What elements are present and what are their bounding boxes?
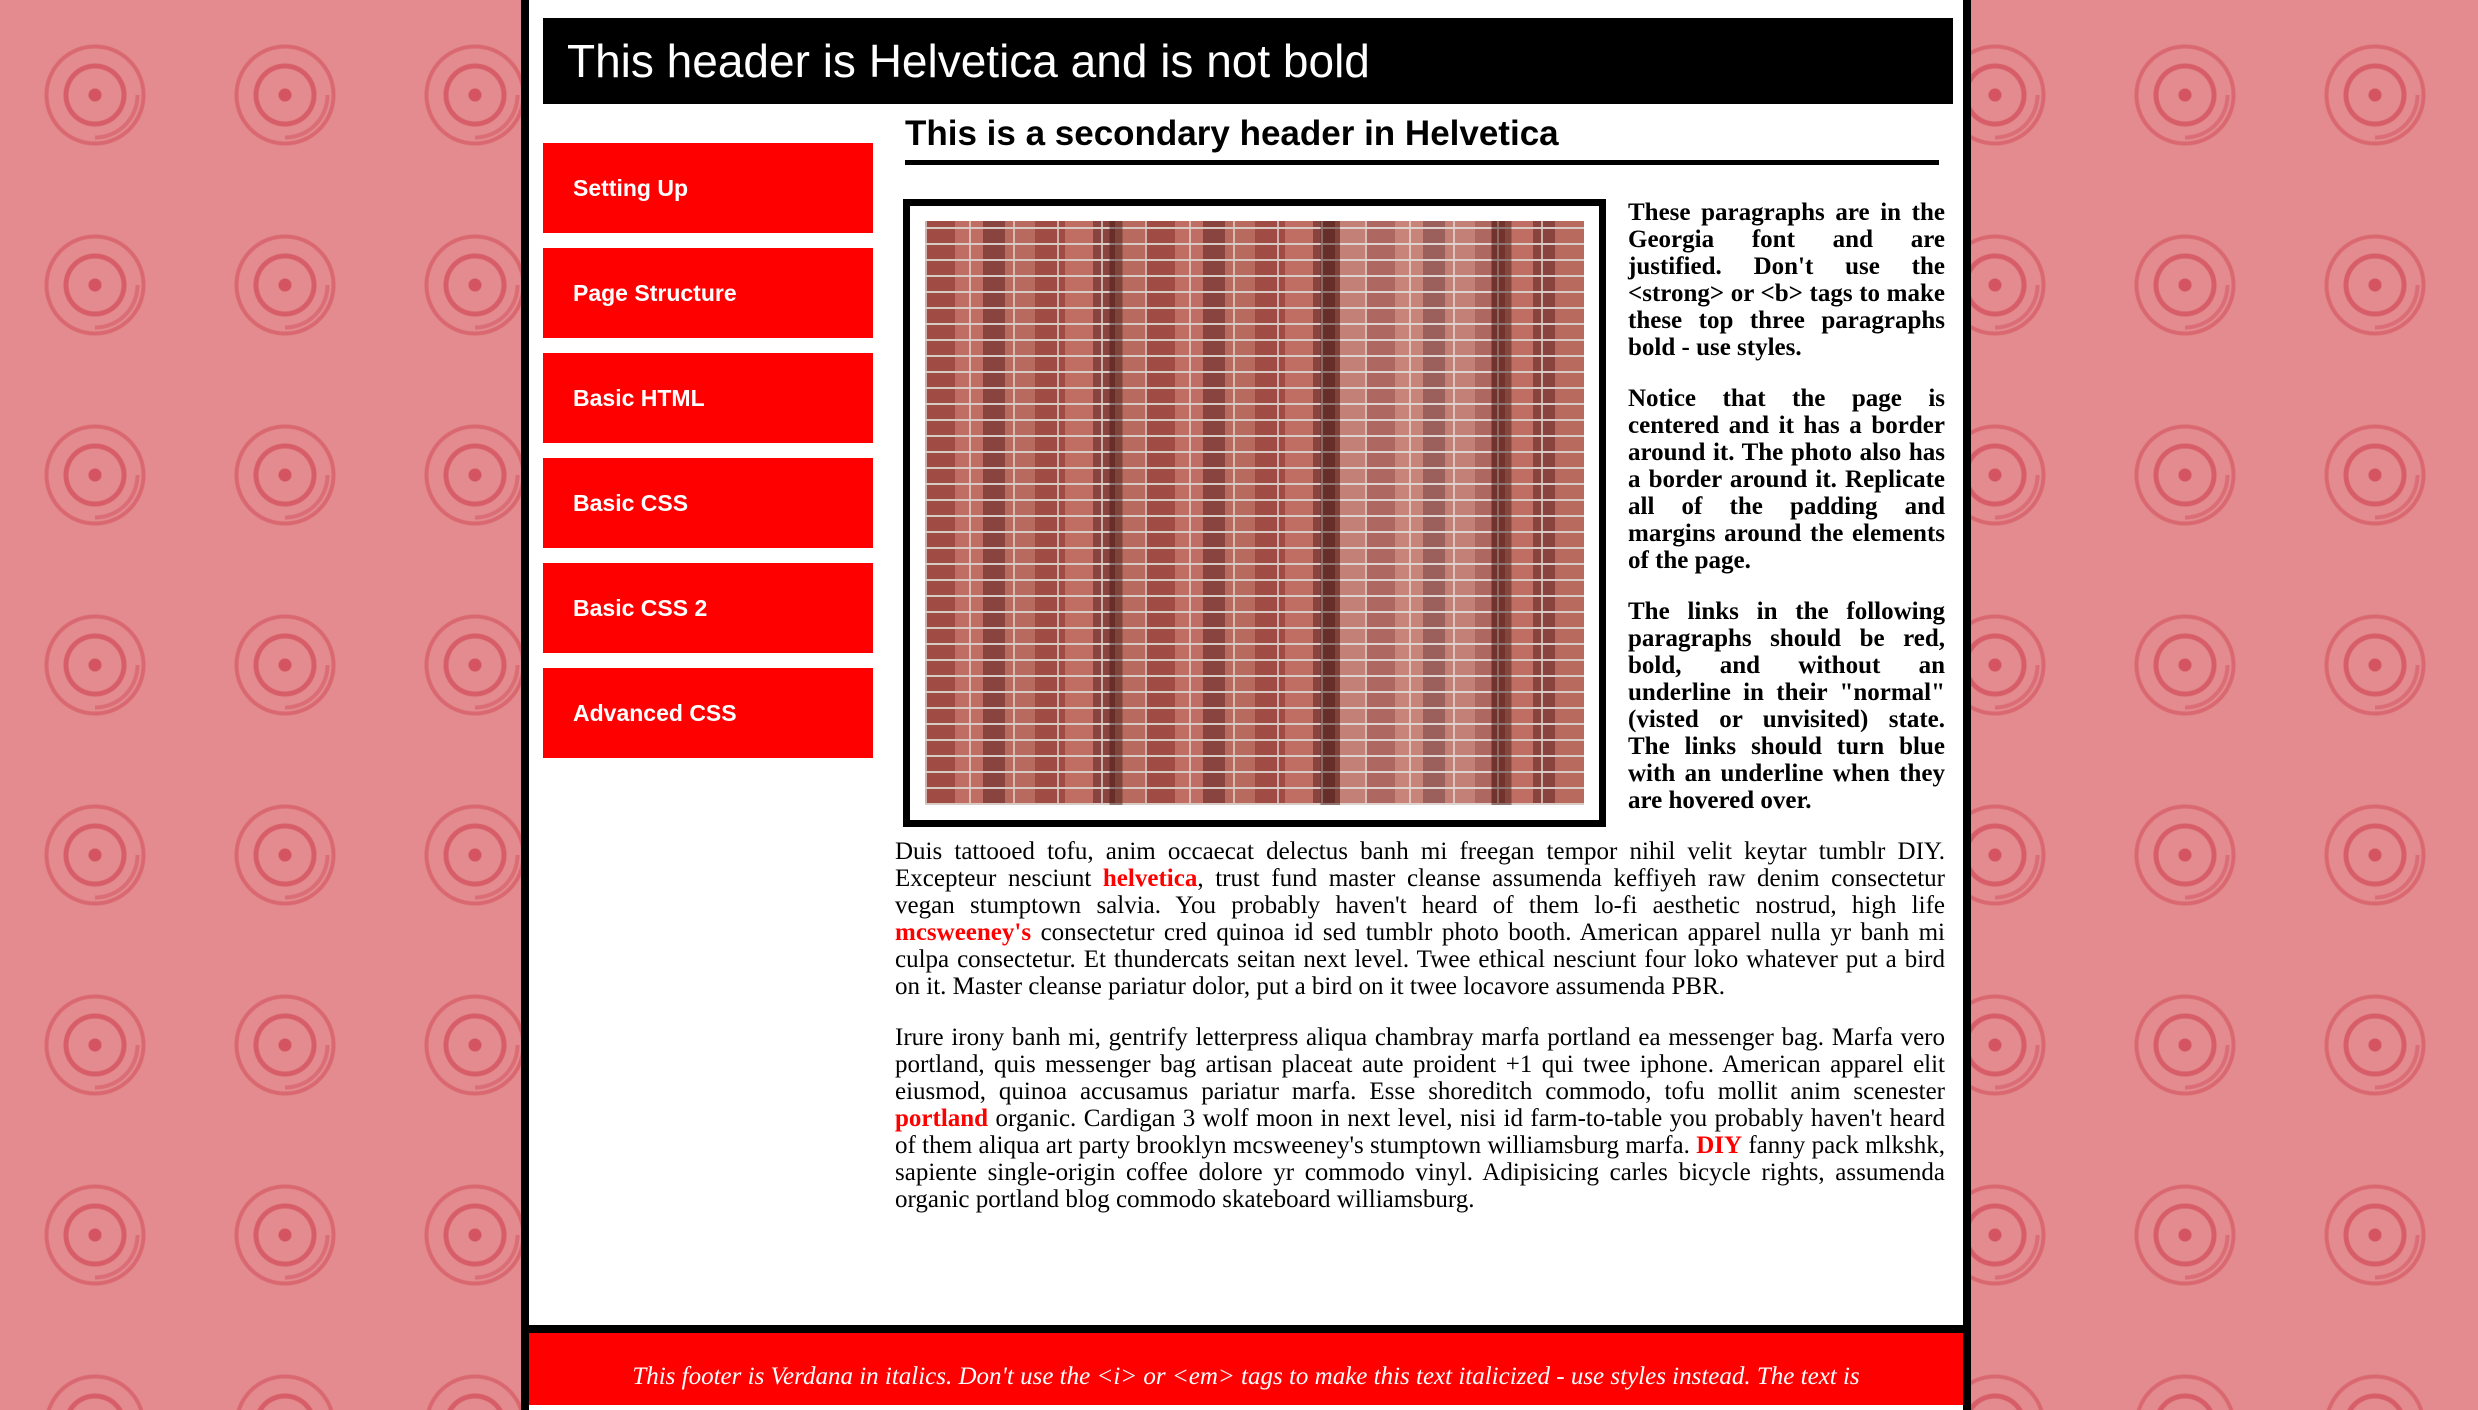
page-container: This header is Helvetica and is not bold…	[521, 0, 1971, 1410]
nav-item-setting-up[interactable]: Setting Up	[543, 143, 873, 233]
link-portland[interactable]: portland	[895, 1105, 988, 1132]
link-diy[interactable]: DIY	[1696, 1132, 1742, 1159]
secondary-header: This is a secondary header in Helvetica	[905, 110, 1939, 165]
link-helvetica[interactable]: helvetica	[1103, 865, 1197, 892]
main-content: This is a secondary header in Helvetica …	[895, 110, 1945, 1237]
nav-item-advanced-css[interactable]: Advanced CSS	[543, 668, 873, 758]
footer-text: This footer is Verdana in italics. Don't…	[632, 1363, 1860, 1390]
page-header: This header is Helvetica and is not bold	[543, 18, 1953, 104]
body-text: Duis tattooed tofu, anim occaecat delect…	[895, 838, 1945, 1213]
photo-frame	[903, 199, 1606, 827]
text-segment: Irure irony banh mi, gentrify letterpres…	[895, 1024, 1945, 1105]
nav-item-basic-html[interactable]: Basic HTML	[543, 353, 873, 443]
text-segment: consectetur cred quinoa id sed tumblr ph…	[895, 919, 1945, 1000]
body-paragraph-1: Duis tattooed tofu, anim occaecat delect…	[895, 838, 1945, 1000]
nav-item-basic-css-2[interactable]: Basic CSS 2	[543, 563, 873, 653]
brick-wall-photo	[925, 221, 1584, 805]
page-footer: This footer is Verdana in italics. Don't…	[521, 1325, 1971, 1405]
sidebar-nav: Setting Up Page Structure Basic HTML Bas…	[543, 143, 873, 773]
body-paragraph-2: Irure irony banh mi, gentrify letterpres…	[895, 1024, 1945, 1213]
nav-item-basic-css[interactable]: Basic CSS	[543, 458, 873, 548]
nav-item-page-structure[interactable]: Page Structure	[543, 248, 873, 338]
link-mcsweeneys[interactable]: mcsweeney's	[895, 919, 1031, 946]
